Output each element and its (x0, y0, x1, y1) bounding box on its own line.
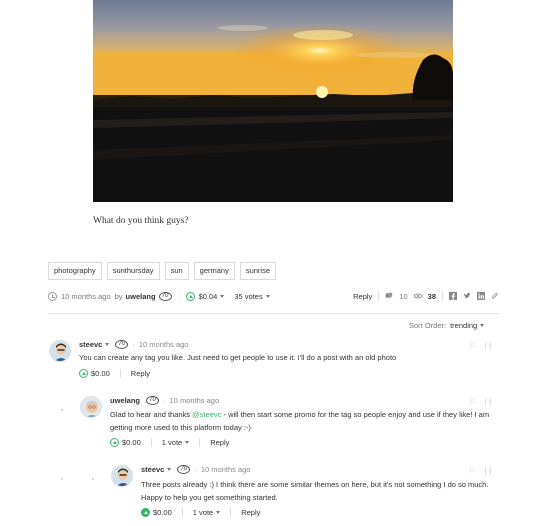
avatar-icon (112, 466, 132, 486)
avatar-icon (81, 397, 101, 417)
comment-body: Glad to hear and thanks @steevc - will t… (110, 409, 500, 434)
post-body: What do you think guys? (93, 216, 189, 226)
comment-payout[interactable]: $0.00 (122, 438, 141, 447)
chevron-down-icon[interactable] (216, 511, 221, 514)
tag-sunthursday[interactable]: sunthursday (106, 262, 160, 280)
facebook-icon[interactable] (449, 292, 457, 300)
comment-payout[interactable]: $0.00 (91, 369, 110, 378)
divider (230, 508, 232, 517)
reply-button[interactable]: Reply (241, 508, 260, 517)
divider (181, 508, 183, 517)
thread-line (92, 478, 94, 480)
comment-votes[interactable]: 1 vote (193, 508, 213, 517)
thread-line (61, 478, 63, 480)
comment-time[interactable]: 10 months ago (170, 396, 220, 405)
reply-button[interactable]: Reply (210, 438, 229, 447)
comment-flags: ⚐ [-] (469, 466, 491, 475)
separator-dot: · (163, 396, 166, 405)
author-reputation: 70 (146, 396, 160, 405)
author-reputation: 70 (115, 340, 129, 349)
divider (378, 291, 380, 301)
post-payout[interactable]: $0.04 (199, 292, 218, 301)
post-time[interactable]: 10 months ago (61, 292, 111, 301)
comment-footer: $0.00 Reply (79, 369, 150, 378)
comment-author[interactable]: uwelang (110, 396, 140, 405)
post-votes[interactable]: 35 votes (234, 292, 262, 301)
post-by-label: by (114, 291, 123, 301)
link-icon[interactable] (491, 292, 499, 300)
flag-icon[interactable]: ⚐ (469, 466, 476, 475)
tag-germany[interactable]: germany (193, 262, 235, 280)
comment-flags: ⚐ [-] (469, 397, 491, 406)
clock-icon (48, 291, 57, 301)
divider (199, 438, 201, 447)
tag-sunrise[interactable]: sunrise (239, 262, 277, 280)
comment-footer: $0.00 1 vote Reply (110, 438, 229, 447)
post-photo (93, 0, 453, 202)
avatar[interactable] (49, 340, 71, 362)
eye-icon (413, 293, 422, 299)
collapse-button[interactable]: [-] (485, 341, 492, 350)
author-reputation: 70 (177, 465, 191, 474)
sort-select[interactable]: trending (450, 321, 477, 330)
post-divider (48, 313, 499, 314)
chevron-down-icon[interactable] (185, 441, 190, 444)
tag-sun[interactable]: sun (164, 262, 189, 280)
divider (150, 438, 152, 447)
sort-label: Sort Order: (409, 321, 447, 330)
collapse-button[interactable]: [-] (485, 466, 492, 475)
author-reputation: 70 (158, 291, 172, 301)
flag-icon[interactable]: ⚐ (469, 397, 476, 406)
comment-text: Glad to hear and thanks (110, 410, 193, 419)
twitter-icon[interactable] (463, 292, 471, 300)
thread-line (61, 409, 63, 411)
avatar[interactable] (80, 396, 102, 418)
comment-payout[interactable]: $0.00 (153, 508, 172, 517)
reply-button[interactable]: Reply (131, 369, 150, 378)
comment-votes[interactable]: 1 vote (162, 438, 182, 447)
comment-flags: ⚐ [-] (469, 341, 491, 350)
reply-button[interactable]: Reply (353, 292, 372, 301)
avatar-icon (50, 341, 70, 361)
mention-link[interactable]: @steevc (192, 410, 221, 419)
comment-header: uwelang 70 · 10 months ago (110, 396, 219, 405)
comment-time[interactable]: 10 months ago (201, 465, 251, 474)
comment-body: You can create any tag you like. Just ne… (79, 353, 397, 362)
comment-footer: $0.00 1 vote Reply (141, 508, 260, 517)
comment-header: steevc 70 · 10 months ago (79, 340, 188, 349)
comment-author[interactable]: steevc (79, 340, 102, 349)
upvote-icon[interactable] (110, 438, 119, 447)
comment-author[interactable]: steevc (141, 465, 164, 474)
upvote-icon[interactable] (141, 508, 150, 517)
comment-body: Three posts already :) I think there are… (141, 480, 489, 502)
comments-icon[interactable] (385, 292, 393, 300)
post-actions: Reply 10 38 (353, 291, 499, 301)
flag-icon[interactable]: ⚐ (469, 341, 476, 350)
upvote-icon[interactable] (185, 291, 195, 301)
tag-photography[interactable]: photography (48, 262, 102, 280)
sort-order: Sort Order: trending (409, 321, 485, 330)
divider (119, 369, 121, 378)
chevron-down-icon[interactable] (265, 294, 270, 298)
chevron-down-icon[interactable] (480, 324, 485, 327)
avatar[interactable] (111, 465, 133, 487)
tag-list: photography sunthursday sun germany sunr… (48, 262, 277, 280)
chevron-down-icon[interactable] (167, 468, 172, 471)
post-meta: 10 months ago by uwelang 70 $0.04 35 vot… (48, 290, 499, 302)
comments-count[interactable]: 10 (399, 292, 407, 301)
linkedin-icon[interactable] (477, 292, 485, 300)
chevron-down-icon[interactable] (105, 343, 110, 346)
comment-time[interactable]: 10 months ago (139, 340, 189, 349)
views-count: 38 (427, 291, 436, 301)
separator-dot: · (194, 465, 197, 474)
post-author[interactable]: uwelang (126, 292, 156, 301)
upvote-icon[interactable] (79, 369, 88, 378)
collapse-button[interactable]: [-] (485, 397, 492, 406)
chevron-down-icon[interactable] (220, 294, 225, 298)
comment-header: steevc 70 · 10 months ago (141, 465, 250, 474)
separator-dot: · (132, 340, 135, 349)
divider (442, 291, 443, 301)
